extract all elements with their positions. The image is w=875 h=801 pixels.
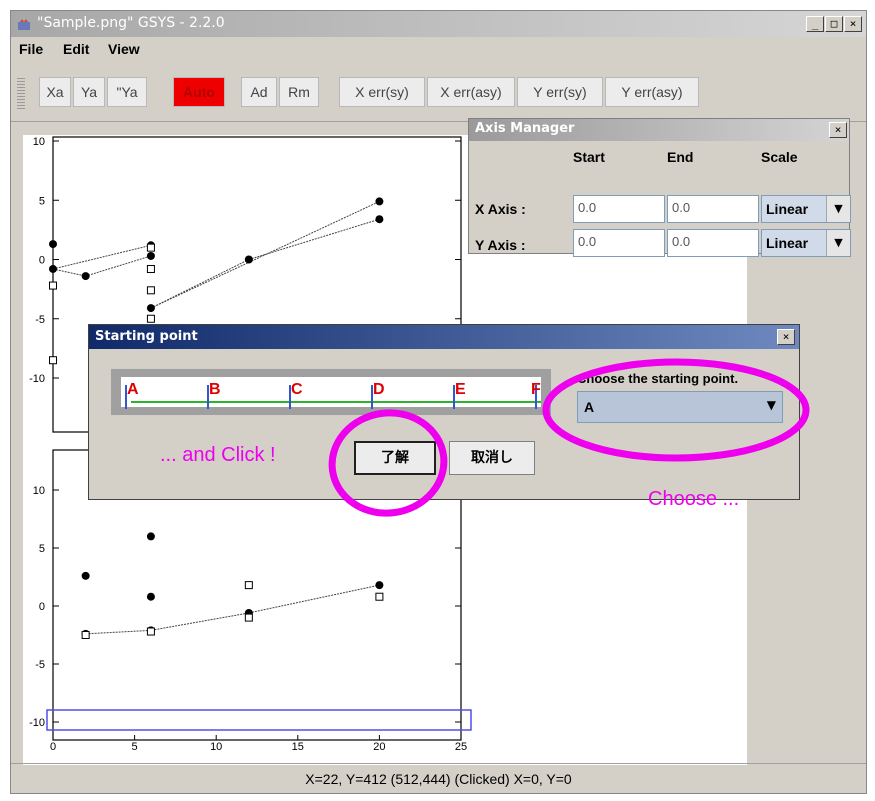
dropdown-arrow-icon[interactable]: ▼: [826, 196, 850, 222]
y-tick-label: 5: [39, 543, 45, 555]
data-point-filled: [146, 532, 155, 541]
x-axis-label: X Axis :: [475, 201, 526, 217]
data-point-open: [375, 592, 384, 601]
annotation-choose: Choose ...: [648, 488, 740, 510]
choose-starting-point-label: Choose the starting point.: [577, 371, 739, 386]
y-tick-label: -10: [29, 373, 45, 385]
data-point-filled: [49, 264, 57, 273]
point-label-f[interactable]: F: [531, 381, 541, 399]
starting-point-value: A: [584, 399, 595, 415]
data-point-open: [81, 631, 90, 639]
dialog-close-icon[interactable]: ×: [777, 329, 795, 345]
ruler-line: [131, 401, 541, 403]
axis-manager-panel: Axis Manager × Start End Scale X Axis : …: [468, 118, 851, 257]
selection-rectangle[interactable]: [46, 709, 472, 731]
y-axis-scale-value: Linear: [766, 235, 809, 251]
point-label-d[interactable]: D: [373, 381, 385, 399]
cancel-button[interactable]: 取消し: [449, 441, 535, 475]
trend-line: [85, 584, 380, 635]
data-point-open: [146, 286, 155, 295]
x-tick-label: 10: [210, 741, 222, 753]
x-axis-end-input[interactable]: 0.0: [667, 195, 759, 223]
x-tick-label: 0: [50, 741, 56, 753]
data-point-filled: [146, 251, 155, 260]
data-point-filled: [49, 240, 57, 249]
axis-manager-titlebar[interactable]: Axis Manager ×: [469, 119, 849, 141]
y-tick-label: 0: [39, 255, 45, 267]
starting-point-select[interactable]: A ▼: [577, 391, 783, 423]
data-point-filled: [244, 255, 253, 264]
data-point-open: [146, 243, 155, 252]
header-scale: Scale: [761, 149, 798, 165]
annotation-click: ... and Click !: [160, 444, 276, 466]
dropdown-arrow-icon[interactable]: ▼: [767, 398, 776, 412]
dialog-title: Starting point: [95, 329, 198, 344]
data-point-filled: [375, 197, 384, 206]
x-axis-scale-select[interactable]: Linear ▼: [761, 195, 851, 223]
data-point-filled: [81, 272, 90, 281]
ok-button[interactable]: 了解: [354, 441, 436, 475]
data-point-filled: [375, 581, 384, 590]
point-label-e[interactable]: E: [455, 381, 466, 399]
y-tick-label: 10: [33, 485, 45, 497]
dialog-titlebar[interactable]: Starting point ×: [89, 325, 799, 349]
y-tick-label: -5: [35, 659, 45, 671]
y-axis-start-input[interactable]: 0.0: [573, 229, 665, 257]
data-point-open: [146, 314, 155, 323]
x-tick-label: 15: [292, 741, 304, 753]
data-point-open: [49, 281, 57, 290]
data-point-filled: [146, 304, 155, 313]
x-tick-label: 20: [373, 741, 385, 753]
y-tick-label: 5: [39, 195, 45, 207]
y-tick-label: -5: [35, 314, 45, 326]
axis-manager-close-icon[interactable]: ×: [829, 122, 847, 138]
data-point-open: [146, 627, 155, 636]
y-axis-end-input[interactable]: 0.0: [667, 229, 759, 257]
y-axis-scale-select[interactable]: Linear ▼: [761, 229, 851, 257]
header-end: End: [667, 149, 694, 165]
trend-line: [52, 244, 152, 270]
data-point-filled: [375, 215, 384, 224]
y-tick-label: -10: [29, 717, 45, 729]
y-tick-label: 10: [33, 136, 45, 148]
x-tick-label: 25: [455, 741, 467, 753]
point-label-c[interactable]: C: [291, 381, 303, 399]
data-point-open: [49, 356, 57, 365]
trend-line: [52, 255, 152, 277]
dropdown-arrow-icon[interactable]: ▼: [826, 230, 850, 256]
point-ruler: A B C D E F: [111, 369, 551, 415]
x-axis-scale-value: Linear: [766, 201, 809, 217]
y-axis-label: Y Axis :: [475, 237, 526, 253]
data-point-filled: [146, 592, 155, 601]
header-start: Start: [573, 149, 605, 165]
ruler-track[interactable]: A B C D E F: [121, 377, 541, 409]
axis-manager-title: Axis Manager: [475, 121, 575, 136]
starting-point-dialog: Starting point × A B C D E F Choose the …: [88, 324, 800, 500]
data-point-open: [244, 613, 253, 622]
x-tick-label: 5: [132, 741, 138, 753]
x-axis-start-input[interactable]: 0.0: [573, 195, 665, 223]
data-point-open: [146, 264, 155, 273]
point-label-a[interactable]: A: [127, 381, 139, 399]
y-tick-label: 0: [39, 601, 45, 613]
point-label-b[interactable]: B: [209, 381, 221, 399]
data-point-open: [244, 581, 253, 590]
data-point-filled: [81, 571, 90, 580]
